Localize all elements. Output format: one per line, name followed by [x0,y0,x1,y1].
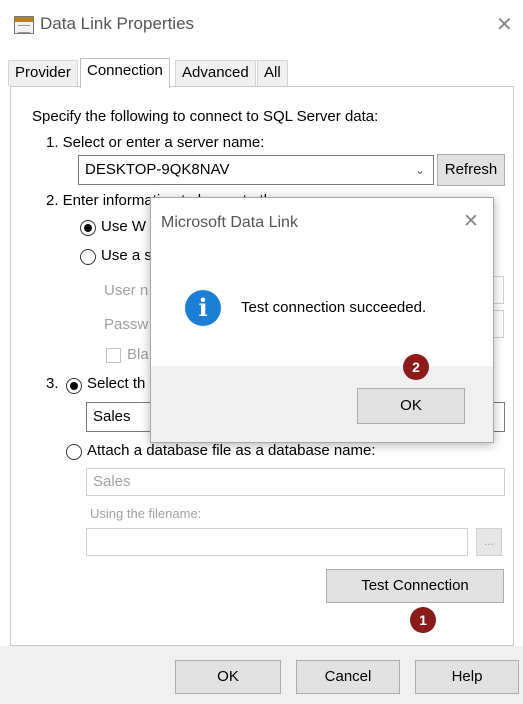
step3-label: 3. [46,375,59,392]
close-icon[interactable]: ✕ [496,12,513,37]
using-filename-label: Using the filename: [90,506,202,521]
chevron-down-icon[interactable]: ⌄ [415,156,425,184]
tab-advanced[interactable]: Advanced [175,60,256,86]
blank-password-checkbox[interactable] [106,348,121,363]
attach-name-input[interactable]: Sales [86,468,505,496]
use-windows-radio[interactable] [80,220,96,236]
use-windows-label: Use W [101,218,146,235]
message-text: Test connection succeeded. [241,299,427,316]
server-name-combo[interactable]: DESKTOP-9QK8NAV ⌄ [78,155,434,185]
message-ok-button[interactable]: OK [357,388,465,424]
window-title: Data Link Properties [40,14,195,33]
user-name-label: User n [104,282,149,299]
password-label: Passw [104,316,149,333]
attach-database-label: Attach a database file as a database nam… [87,442,376,459]
step1-label: 1. Select or enter a server name: [46,134,265,151]
intro-text: Specify the following to connect to SQL … [32,108,379,125]
blank-password-label: Bla [127,346,149,363]
filename-input[interactable] [86,528,468,556]
step-badge-1: 1 [410,607,436,633]
cancel-button[interactable]: Cancel [296,660,400,694]
data-link-icon [14,16,34,34]
help-button[interactable]: Help [415,660,519,694]
tab-all[interactable]: All [257,60,288,86]
message-close-icon[interactable]: ✕ [463,210,479,233]
attach-database-radio[interactable] [66,444,82,460]
use-specific-radio[interactable] [80,249,96,265]
tab-connection[interactable]: Connection [80,58,170,88]
select-database-label: Select th [87,375,146,392]
select-database-radio[interactable] [66,378,82,394]
tab-provider[interactable]: Provider [8,60,78,86]
server-name-value: DESKTOP-9QK8NAV [85,161,230,178]
refresh-button[interactable]: Refresh [437,154,505,186]
test-connection-button[interactable]: Test Connection [326,569,504,603]
browse-button[interactable]: ... [476,528,502,556]
ok-button[interactable]: OK [175,660,281,694]
step-badge-2: 2 [403,354,429,380]
message-box-title: Microsoft Data Link [161,214,298,231]
info-icon: i [185,290,221,326]
message-box: Microsoft Data Link ✕ i Test connection … [150,197,494,443]
use-specific-label: Use a s [101,247,152,264]
database-value: Sales [93,408,131,425]
